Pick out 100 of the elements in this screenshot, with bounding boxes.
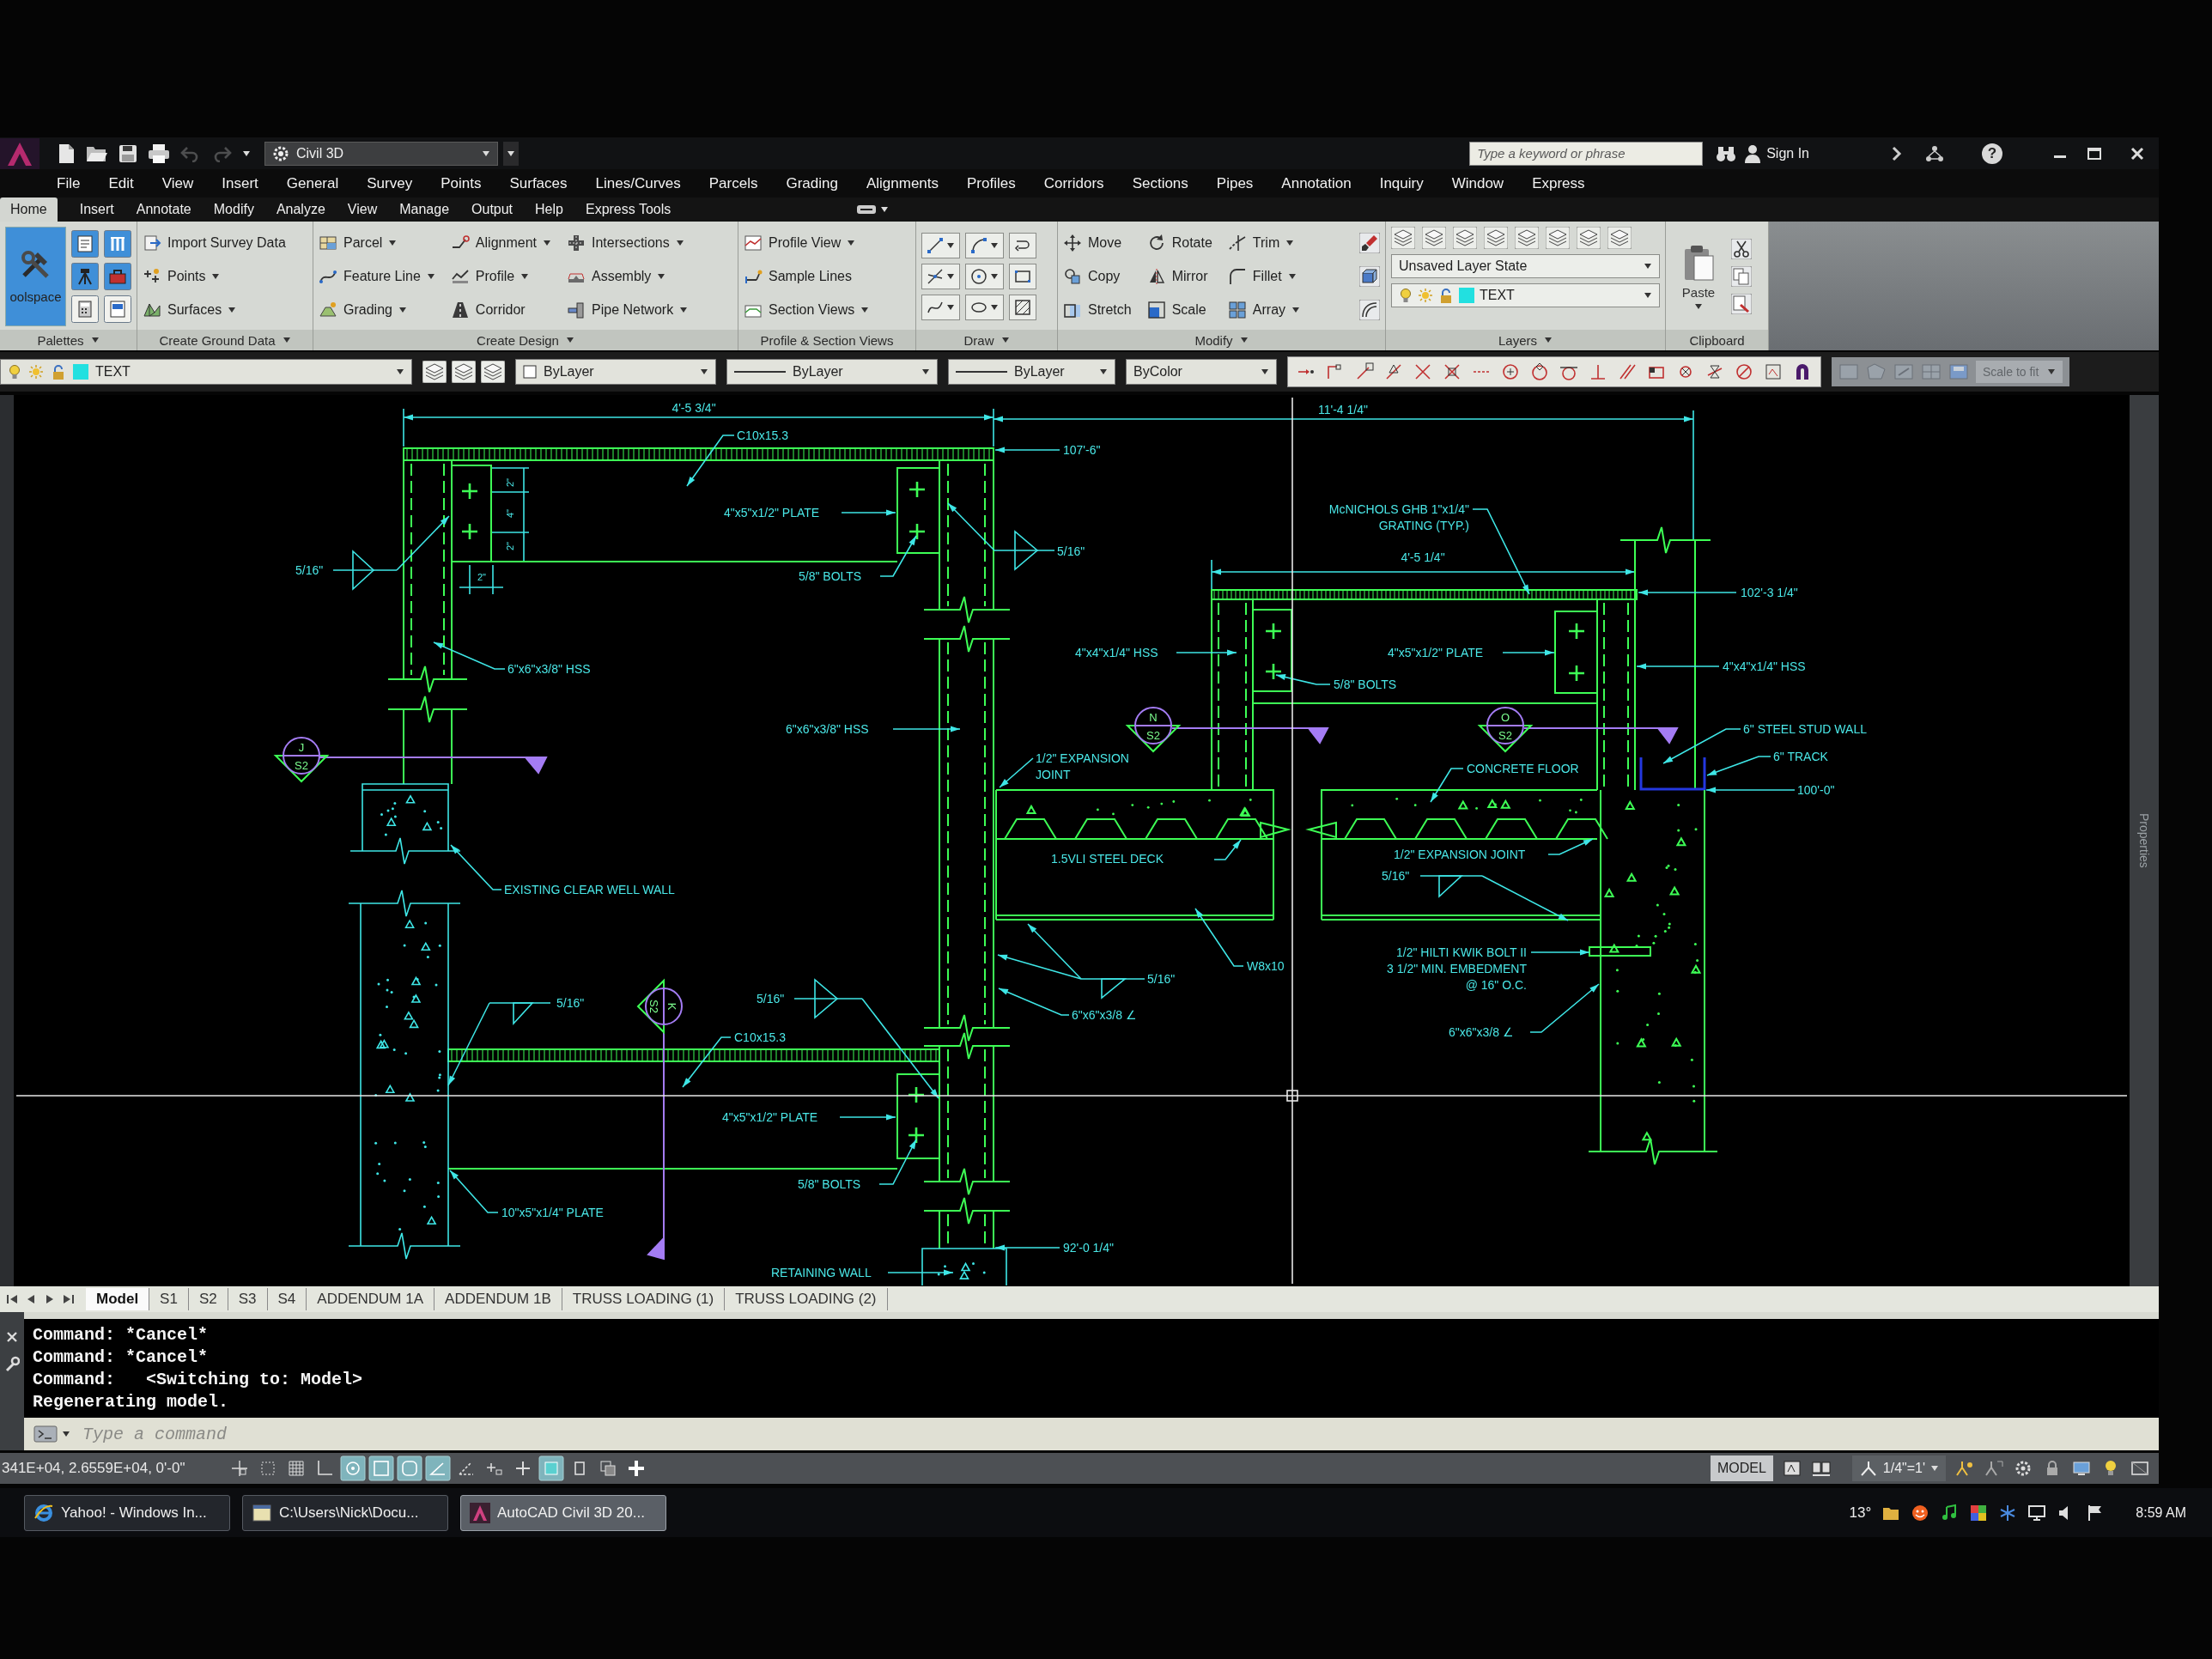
- midpoint-snap-icon[interactable]: [1384, 362, 1403, 381]
- parallel-arcs-icon[interactable]: [1359, 299, 1380, 320]
- layer-sheets-icon[interactable]: [1422, 227, 1446, 249]
- tool-rack-icon[interactable]: [104, 230, 131, 258]
- ribbon-button[interactable]: Trim: [1227, 234, 1301, 253]
- intersection-snap-icon[interactable]: [1413, 362, 1432, 381]
- workspace-dropdown[interactable]: Civil 3D: [264, 141, 498, 166]
- perpendicular-snap-icon[interactable]: [1589, 362, 1607, 381]
- layout-tab[interactable]: S3: [228, 1288, 268, 1310]
- search-field[interactable]: Type a keyword or phrase: [1469, 141, 1704, 166]
- command-input-field[interactable]: Type a command: [76, 1418, 2159, 1450]
- layout-tab[interactable]: ADDENDUM 1B: [434, 1288, 562, 1310]
- skip-start-icon[interactable]: [5, 1292, 19, 1306]
- ribbon-tab[interactable]: Home: [0, 198, 58, 222]
- menu-item[interactable]: File: [57, 174, 81, 192]
- parallel-lines-icon[interactable]: [1618, 362, 1637, 381]
- square-icon[interactable]: [368, 1455, 394, 1481]
- ribbon-button[interactable]: Import Survey Data: [143, 234, 286, 253]
- menu-item[interactable]: Grading: [786, 174, 838, 192]
- menu-item[interactable]: General: [286, 174, 339, 192]
- command-prompt-icon[interactable]: [33, 1424, 58, 1444]
- ribbon-button[interactable]: Alignment: [450, 234, 551, 253]
- draw-tool-button[interactable]: [1009, 264, 1036, 289]
- ribbon-tab[interactable]: Insert: [79, 198, 114, 222]
- panel-title-button[interactable]: Modify: [1058, 330, 1385, 350]
- center-snap-icon[interactable]: [1501, 362, 1520, 381]
- menu-item[interactable]: Points: [441, 174, 482, 192]
- menu-item[interactable]: Edit: [108, 174, 134, 192]
- cube-icon[interactable]: [1359, 266, 1380, 287]
- wrench-icon[interactable]: [4, 1355, 20, 1372]
- ribbon-button[interactable]: Array: [1227, 300, 1301, 319]
- annotation-scale-dropdown[interactable]: 1/4"=1': [1851, 1455, 1946, 1481]
- saved-frame-icon[interactable]: [1948, 362, 1969, 381]
- layer-sheets-icon[interactable]: [1391, 227, 1415, 249]
- draw-tool-button[interactable]: [965, 233, 1004, 258]
- sheet-list-icon[interactable]: [71, 230, 99, 258]
- ribbon-button[interactable]: Stretch: [1063, 300, 1132, 319]
- ribbon-button[interactable]: Pipe Network: [567, 300, 689, 319]
- caret-icon[interactable]: [507, 149, 515, 157]
- ribbon-tab[interactable]: Help: [535, 198, 563, 222]
- layer-sheets-icon[interactable]: [1577, 227, 1601, 249]
- toolspace-button[interactable]: oolspace: [5, 227, 66, 326]
- ribbon-button[interactable]: Rotate: [1146, 234, 1212, 253]
- layer-sheets-icon[interactable]: [1453, 227, 1477, 249]
- panel-title-button[interactable]: Create Design: [313, 330, 738, 350]
- ribbon-button[interactable]: Move: [1063, 234, 1132, 253]
- draw-tool-button[interactable]: [921, 264, 960, 289]
- menu-item[interactable]: Sections: [1132, 174, 1188, 192]
- menu-item[interactable]: Surfaces: [509, 174, 568, 192]
- ribbon-button[interactable]: Fillet: [1227, 267, 1301, 286]
- filled-square-icon[interactable]: [538, 1455, 564, 1481]
- layer-state-dropdown[interactable]: Unsaved Layer State: [1391, 254, 1660, 278]
- panel-title-button[interactable]: Profile & Section Views: [738, 330, 915, 350]
- layout-tab[interactable]: TRUSS LOADING (2): [725, 1288, 888, 1310]
- menu-item[interactable]: Alignments: [866, 174, 939, 192]
- ribbon-button[interactable]: Scale: [1146, 300, 1212, 319]
- ribbon-button[interactable]: Parcel: [319, 234, 435, 253]
- menu-item[interactable]: Express: [1532, 174, 1585, 192]
- draw-tool-button[interactable]: [965, 264, 1004, 289]
- copy-pages-icon[interactable]: [1731, 266, 1752, 287]
- plot-style-dropdown[interactable]: ByColor: [1126, 359, 1277, 385]
- clipped-frame-icon[interactable]: [1893, 362, 1914, 381]
- layer-sheets-icon[interactable]: [1607, 227, 1632, 249]
- menu-item[interactable]: Parcels: [708, 174, 758, 192]
- panel-title-button[interactable]: Palettes: [0, 330, 137, 350]
- calculator-icon[interactable]: [71, 295, 99, 323]
- ribbon-button[interactable]: Intersections: [567, 234, 689, 253]
- ribbon-button[interactable]: Section Views: [744, 300, 870, 319]
- monitor-icon[interactable]: [2027, 1503, 2047, 1522]
- ribbon-tab[interactable]: Analyze: [276, 198, 325, 222]
- ribbon-button[interactable]: Copy: [1063, 267, 1132, 286]
- tripod-icon[interactable]: [71, 263, 99, 290]
- layer-dropdown[interactable]: TEXT: [0, 359, 412, 385]
- ribbon-button[interactable]: Grading: [319, 300, 435, 319]
- no-snap-icon[interactable]: [1735, 362, 1753, 381]
- menu-item[interactable]: Window: [1451, 174, 1504, 192]
- chevron-right-icon[interactable]: [1891, 144, 1903, 162]
- sign-in-button[interactable]: Sign In: [1744, 143, 1809, 163]
- taskbar-button[interactable]: Yahoo! - Windows In...: [24, 1494, 230, 1531]
- angle-icon[interactable]: [425, 1455, 451, 1481]
- caret-icon[interactable]: [242, 149, 251, 157]
- ribbon-button[interactable]: Surfaces: [143, 300, 286, 319]
- nearest-snap-icon[interactable]: [1705, 362, 1724, 381]
- panel-title-button[interactable]: Create Ground Data: [137, 330, 313, 350]
- help-button[interactable]: ?: [1982, 143, 2002, 164]
- ribbon-tab[interactable]: Modify: [213, 198, 254, 222]
- layout-tab[interactable]: S1: [149, 1288, 189, 1310]
- paste-button[interactable]: Paste: [1671, 227, 1726, 326]
- target-icon[interactable]: [340, 1455, 366, 1481]
- panel-title-button[interactable]: Clipboard: [1666, 330, 1768, 350]
- layer-sheets-icon[interactable]: [1546, 227, 1570, 249]
- menu-item[interactable]: Inquiry: [1379, 174, 1424, 192]
- ribbon-button[interactable]: Mirror: [1146, 267, 1212, 286]
- ribbon-tab[interactable]: Manage: [399, 198, 450, 222]
- layer-sheets-icon[interactable]: [481, 361, 505, 383]
- scissors-icon[interactable]: [1731, 239, 1752, 259]
- smiley-icon[interactable]: [1911, 1503, 1930, 1522]
- properties-palette-tab[interactable]: Properties: [2130, 395, 2159, 1286]
- layer-sheets-icon[interactable]: [422, 361, 447, 383]
- layout-frame-icon[interactable]: [1781, 1458, 1802, 1479]
